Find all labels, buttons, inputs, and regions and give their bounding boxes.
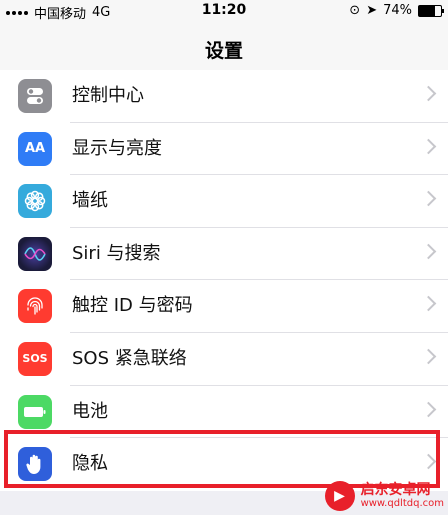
battery-icon	[418, 4, 444, 17]
watermark-line1: 启东安卓网	[360, 481, 431, 498]
row-label: SOS 紧急联络	[72, 347, 187, 369]
settings-row-display-brightness[interactable]: AA 显示与亮度	[0, 123, 448, 176]
chevron-right-icon	[420, 453, 437, 470]
touch-id-icon	[18, 289, 52, 324]
rotation-lock-icon: ⊙	[349, 3, 361, 18]
watermark: ▶ 启东安卓网 www.qdltdq.com	[324, 481, 444, 511]
chevron-right-icon	[420, 348, 437, 365]
row-label: 隐私	[72, 453, 108, 475]
control-center-icon	[18, 79, 52, 113]
display-brightness-icon: AA	[18, 131, 52, 166]
status-bar: 中国移动 4G 11:20 ⊙ ➤ 74%	[0, 0, 448, 22]
page-title: 设置	[204, 40, 243, 62]
watermark-line2: www.qdltdq.com	[360, 498, 444, 510]
settings-row-touch-id-passcode[interactable]: 触控 ID 与密码	[0, 280, 448, 333]
settings-row-battery[interactable]: 电池	[0, 386, 448, 439]
watermark-logo-icon: ▶	[324, 481, 355, 511]
sos-icon: SOS	[18, 341, 52, 376]
chevron-right-icon	[420, 243, 437, 260]
settings-row-siri-search[interactable]: Siri 与搜索	[0, 228, 448, 281]
chevron-right-icon	[420, 401, 437, 417]
wallpaper-icon	[18, 184, 52, 219]
chevron-right-icon	[420, 296, 437, 312]
settings-row-control-center[interactable]: 控制中心	[0, 70, 448, 123]
chevron-right-icon	[420, 190, 437, 207]
battery-icon	[18, 394, 52, 429]
row-label: Siri 与搜索	[72, 242, 161, 264]
watermark-text: 启东安卓网 www.qdltdq.com	[360, 481, 444, 510]
row-label: 墙纸	[72, 190, 108, 212]
location-icon: ➤	[366, 3, 378, 18]
row-label: 电池	[72, 400, 108, 422]
settings-row-emergency-sos[interactable]: SOS SOS 紧急联络	[0, 333, 448, 386]
chevron-right-icon	[420, 85, 437, 102]
row-label: 触控 ID 与密码	[72, 295, 193, 317]
display-glyph: AA	[24, 141, 46, 157]
chevron-right-icon	[420, 138, 437, 154]
row-label: 显示与亮度	[72, 137, 162, 159]
settings-list: 控制中心 AA 显示与亮度 墙纸 Siri 与搜索 触控 ID 与密码 SOS …	[0, 70, 448, 491]
settings-row-wallpaper[interactable]: 墙纸	[0, 175, 448, 228]
navigation-bar: 设置	[0, 22, 448, 75]
row-label: 控制中心	[72, 85, 144, 106]
siri-icon	[18, 236, 52, 271]
battery-percent: 74%	[383, 3, 412, 18]
privacy-hand-icon	[18, 447, 52, 482]
sos-glyph: SOS	[22, 352, 48, 366]
status-right: ⊙ ➤ 74%	[349, 3, 444, 18]
